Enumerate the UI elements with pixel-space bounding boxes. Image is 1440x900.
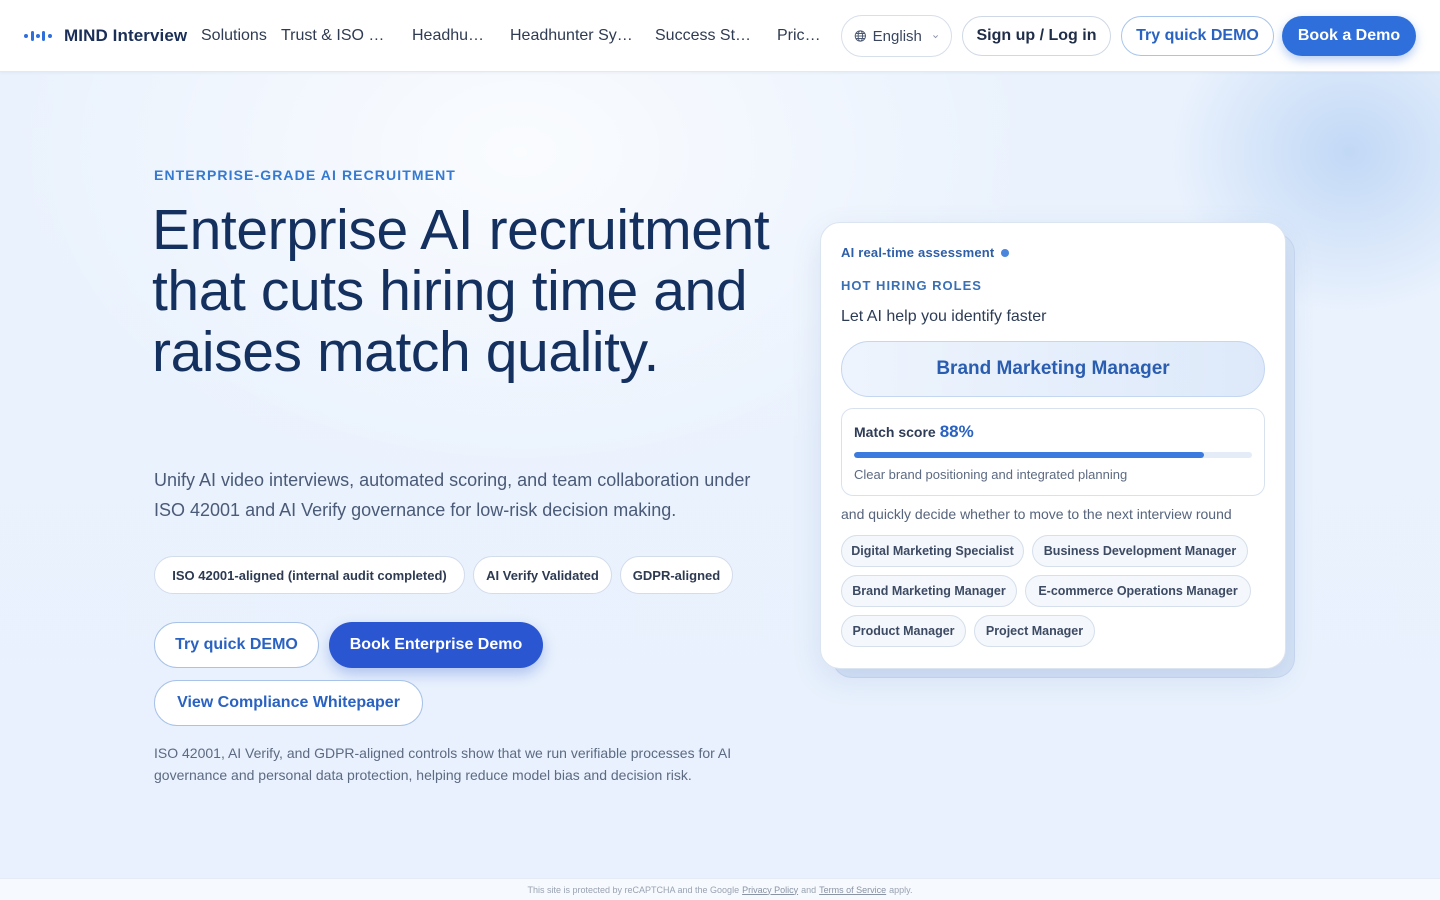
role-chip[interactable]: Business Development Manager — [1032, 535, 1248, 567]
card-prompt: Let AI help you identify faster — [841, 308, 1047, 325]
recaptcha-suffix: apply. — [889, 884, 913, 895]
badge-iso-42001: ISO 42001-aligned (internal audit comple… — [154, 556, 465, 594]
role-chip[interactable]: Brand Marketing Manager — [841, 575, 1017, 607]
match-score-panel: Match score 88% Clear brand positioning … — [841, 408, 1265, 496]
signup-login-button[interactable]: Sign up / Log in — [962, 16, 1111, 56]
recaptcha-and: and — [801, 884, 817, 895]
match-score-bar-fill — [854, 452, 1205, 458]
nav-try-demo-button[interactable]: Try quick DEMO — [1121, 16, 1274, 56]
hero-eyebrow: ENTERPRISE-GRADE AI RECRUITMENT — [154, 167, 456, 183]
card-follow-text: and quickly decide whether to move to th… — [841, 506, 1232, 522]
nav-link-pricing[interactable]: Prici... — [777, 27, 821, 45]
badge-ai-verify: AI Verify Validated — [473, 556, 612, 594]
hero-subcopy: Unify AI video interviews, automated sco… — [154, 470, 751, 520]
brand[interactable]: MIND Interview — [24, 0, 187, 72]
match-score-label: Match score — [854, 424, 936, 440]
live-dot-icon — [1001, 248, 1010, 257]
role-chip[interactable]: Product Manager — [841, 615, 966, 647]
compliance-footnote: ISO 42001, AI Verify, and GDPR-aligned c… — [154, 745, 732, 783]
brand-name: MIND Interview — [64, 26, 188, 45]
live-assessment-indicator: AI real-time assessment — [841, 245, 1010, 260]
chevron-down-icon — [932, 34, 938, 38]
nav-link-headhunter-system[interactable]: Headhunter Syst... — [510, 27, 638, 45]
language-selector[interactable]: English — [841, 15, 952, 57]
match-score-bar — [854, 452, 1252, 458]
selected-role-pill[interactable]: Brand Marketing Manager — [841, 341, 1265, 397]
globe-icon — [854, 30, 866, 42]
terms-of-service-link[interactable]: Terms of Service — [819, 885, 886, 895]
recaptcha-notice: This site is protected by reCAPTCHA and … — [0, 878, 1440, 900]
privacy-policy-link[interactable]: Privacy Policy — [742, 885, 798, 895]
nav-book-demo-button[interactable]: Book a Demo — [1282, 16, 1416, 56]
waveform-logo-icon — [24, 31, 52, 41]
hot-roles-eyebrow: HOT HIRING ROLES — [841, 278, 982, 293]
live-assessment-label: AI real-time assessment — [841, 245, 995, 260]
hero-headline: Enterprise AI recruitment that cuts hiri… — [152, 198, 770, 384]
compliance-whitepaper-button[interactable]: View Compliance Whitepaper — [154, 680, 423, 726]
badge-gdpr: GDPR-aligned — [620, 556, 733, 594]
role-chip[interactable]: Project Manager — [974, 615, 1095, 647]
nav-link-success-stories[interactable]: Success Sto... — [655, 27, 757, 45]
match-score-note: Clear brand positioning and integrated p… — [854, 467, 1128, 482]
book-enterprise-demo-button[interactable]: Book Enterprise Demo — [329, 622, 543, 668]
assessment-card: AI real-time assessment HOT HIRING ROLES… — [820, 222, 1286, 669]
nav-link-trust[interactable]: Trust & ISO 42... — [281, 27, 393, 45]
match-score-value: 88% — [939, 422, 974, 441]
role-chip[interactable]: E-commerce Operations Manager — [1025, 575, 1251, 607]
match-score-line: Match score 88% — [854, 422, 974, 442]
top-nav: MIND Interview Solutions Trust & ISO 42.… — [0, 0, 1440, 72]
language-label: English — [872, 27, 922, 45]
hero-try-demo-button[interactable]: Try quick DEMO — [154, 622, 319, 668]
nav-link-solutions[interactable]: Solutions — [201, 27, 271, 45]
nav-link-headhunters[interactable]: Headhunt... — [412, 27, 492, 45]
role-chip[interactable]: Digital Marketing Specialist — [841, 535, 1024, 567]
recaptcha-prefix: This site is protected by reCAPTCHA and … — [527, 884, 740, 895]
